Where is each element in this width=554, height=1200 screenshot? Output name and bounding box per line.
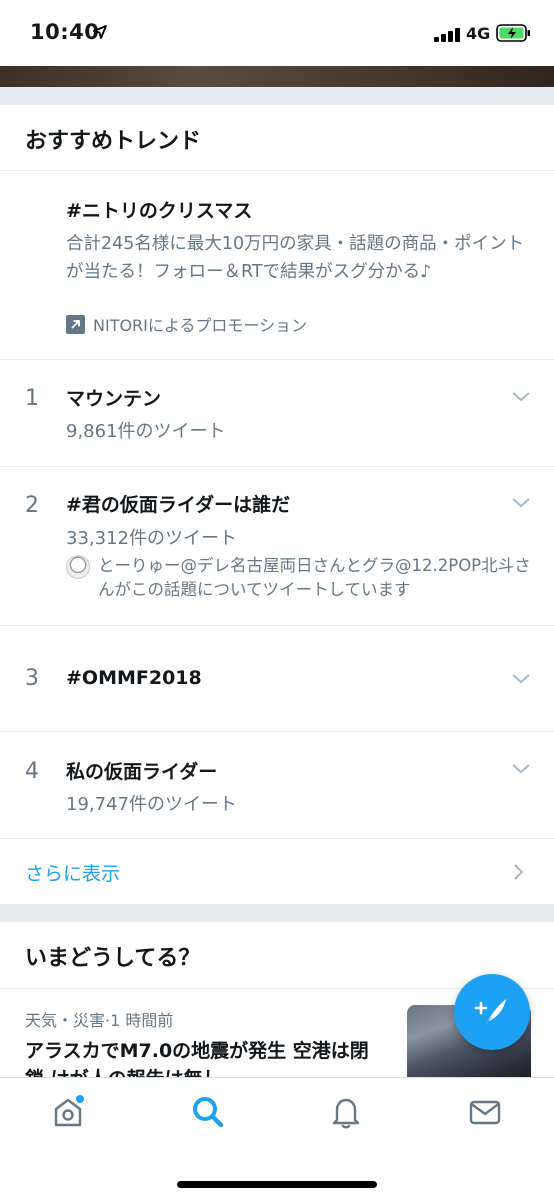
promoted-icon xyxy=(66,314,85,334)
chevron-down-icon[interactable] xyxy=(510,390,532,404)
news-meta: 天気・災害·1 時間前 xyxy=(25,1011,174,1030)
promoted-label: NITORIによるプロモーション xyxy=(66,312,307,336)
trend-tweet-count: 9,861件のツイート xyxy=(66,421,226,442)
home-icon xyxy=(54,1095,84,1127)
battery-charging-icon xyxy=(496,24,530,42)
avatar xyxy=(66,555,90,579)
trend-context: とーりゅー@デレ名古屋両日さんとグラ@12.2POP北斗さんがこの話題についてツ… xyxy=(66,554,536,602)
location-arrow-icon xyxy=(93,25,107,39)
tab-search[interactable] xyxy=(190,1094,226,1130)
whats-happening-title: いまどうしてる？ xyxy=(25,946,201,971)
chevron-down-icon[interactable] xyxy=(510,672,532,686)
trend-name[interactable]: #OMMF2018 xyxy=(66,667,202,689)
signal-icon xyxy=(434,28,462,42)
promoted-trend-name[interactable]: #ニトリのクリスマス xyxy=(66,196,252,223)
network-label: 4G xyxy=(466,24,491,43)
promoted-trend-description: 合計245名様に最大10万円の家具・話題の商品・ポイントが当たる！フォロー＆RT… xyxy=(66,234,525,282)
mail-icon xyxy=(469,1100,501,1125)
trend-rank: 4 xyxy=(25,759,39,784)
divider xyxy=(0,466,554,467)
chevron-down-icon[interactable] xyxy=(510,496,532,510)
header-image-strip xyxy=(0,66,554,87)
trend-tweet-count: 33,312件のツイート xyxy=(66,528,237,549)
trend-rank: 1 xyxy=(25,386,39,411)
divider xyxy=(0,625,554,626)
divider xyxy=(0,838,554,839)
show-more-link[interactable]: さらに表示 xyxy=(25,859,120,886)
tab-messages[interactable] xyxy=(467,1094,503,1130)
tab-home[interactable] xyxy=(50,1094,86,1130)
divider xyxy=(0,170,554,171)
section-gap xyxy=(0,87,554,105)
tab-notifications[interactable] xyxy=(328,1094,364,1130)
trend-context-text: とーりゅー@デレ名古屋両日さんとグラ@12.2POP北斗さんがこの話題についてツ… xyxy=(98,556,531,599)
trend-name[interactable]: 私の仮面ライダー xyxy=(66,757,217,784)
compose-feather-icon xyxy=(474,999,506,1026)
trend-name[interactable]: マウンテン xyxy=(66,384,161,411)
news-headline[interactable]: アラスカでM7.0の地震が発生 空港は閉鎖 けが人の報告は無し xyxy=(25,1037,385,1077)
chevron-right-icon[interactable] xyxy=(512,862,526,882)
trend-rank: 2 xyxy=(25,493,39,518)
status-time: 10:40 xyxy=(30,20,100,44)
divider xyxy=(0,731,554,732)
trends-section-title: おすすめトレンド xyxy=(25,129,202,154)
trend-tweet-count: 19,747件のツイート xyxy=(66,794,237,815)
trend-name[interactable]: #君の仮面ライダーは誰だ xyxy=(66,490,290,517)
chevron-down-icon[interactable] xyxy=(510,762,532,776)
home-indicator xyxy=(177,1181,377,1188)
search-icon xyxy=(193,1097,224,1128)
bell-icon xyxy=(332,1098,360,1129)
promoted-label-text: NITORIによるプロモーション xyxy=(93,316,308,335)
divider xyxy=(0,359,554,360)
section-gap xyxy=(0,904,554,922)
status-bar: 10:40 4G xyxy=(0,0,554,66)
trend-rank: 3 xyxy=(25,666,39,691)
compose-tweet-button[interactable] xyxy=(454,974,530,1050)
